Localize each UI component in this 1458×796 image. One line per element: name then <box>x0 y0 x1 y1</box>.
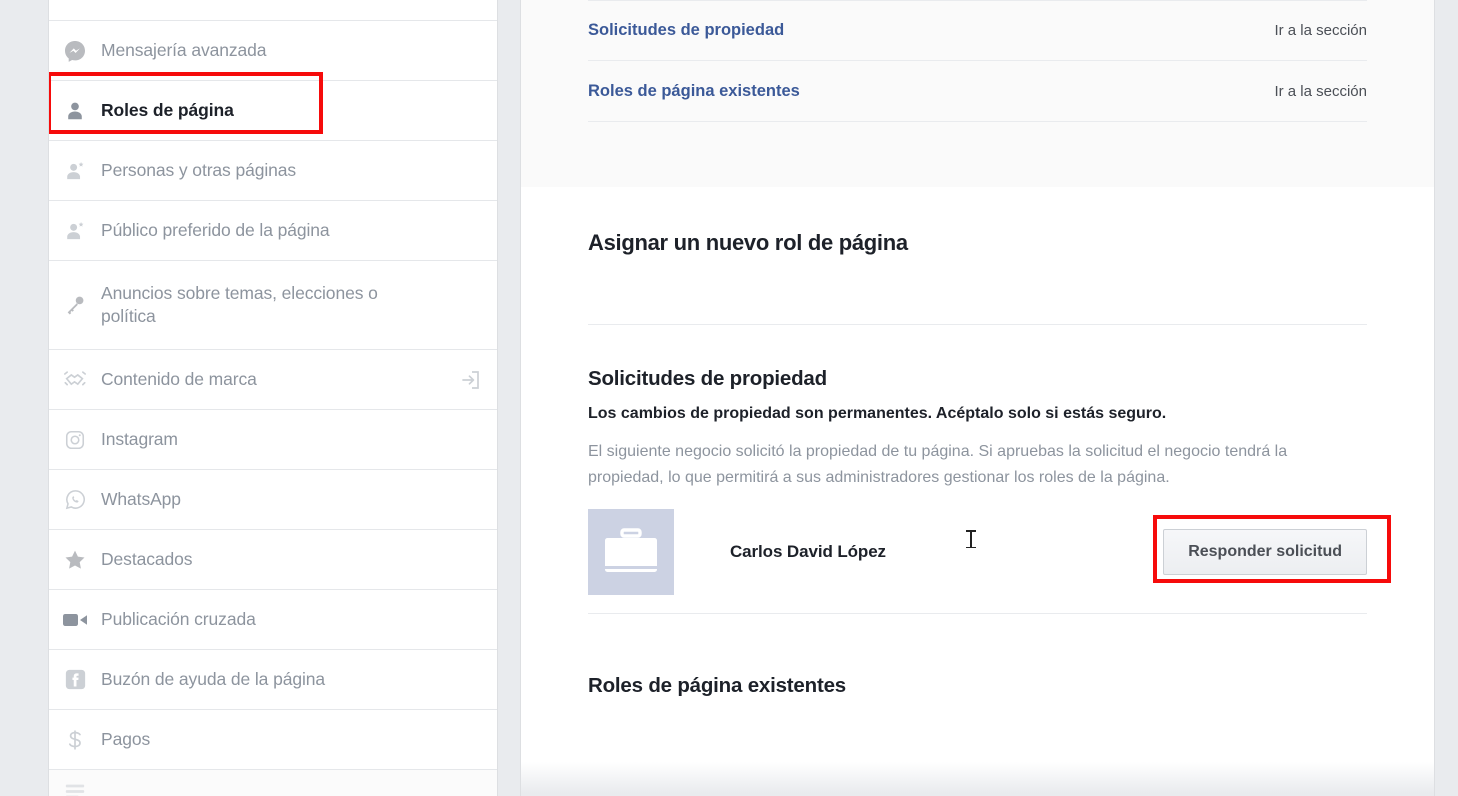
handshake-icon <box>49 369 101 391</box>
business-name: Carlos David López <box>730 542 886 562</box>
sidebar-item-label: Mensajería avanzada <box>101 39 267 60</box>
screen: Mensajería avanzada Roles de página Pers… <box>0 0 1458 796</box>
jump-link-action[interactable]: Ir a la sección <box>1274 22 1367 39</box>
ownership-description-text: El siguiente negocio solicitó la propied… <box>588 443 1288 487</box>
instagram-icon <box>49 429 101 451</box>
sidebar-item-label: Historial de administración de la página <box>101 792 410 796</box>
sidebar-item-instagram[interactable]: Instagram <box>49 410 497 470</box>
sidebar-item-pagos[interactable]: Pagos <box>49 710 497 770</box>
ownership-action-wrap: Responder solicitud <box>1153 515 1392 584</box>
settings-sidebar[interactable]: Mensajería avanzada Roles de página Pers… <box>48 0 498 796</box>
facebook-icon <box>49 669 101 690</box>
sidebar-item-historial-administracion[interactable]: Historial de administración de la página <box>49 770 497 796</box>
sidebar-item-label: Anuncios sobre temas, elecciones o polít… <box>101 282 378 326</box>
sidebar-item-label: Personas y otras páginas <box>101 159 297 180</box>
messenger-icon <box>49 39 101 63</box>
section-title-ownership: Solicitudes de propiedad <box>588 367 827 390</box>
list-icon <box>49 782 101 796</box>
sidebar-item-label: Contenido de marca <box>101 368 257 389</box>
dollar-icon <box>49 728 101 752</box>
sidebar-item-label: Instagram <box>101 428 178 449</box>
jump-link-title[interactable]: Roles de página existentes <box>588 82 800 101</box>
sidebar-item-label: Público preferido de la página <box>101 219 330 240</box>
section-ownership-requests: Solicitudes de propiedad Los cambios de … <box>521 325 1434 615</box>
section-title-existing-roles: Roles de página existentes <box>588 674 846 698</box>
sidebar-item-whatsapp[interactable]: WhatsApp <box>49 470 497 530</box>
person-icon <box>49 100 101 122</box>
ownership-warning-text: Los cambios de propiedad son permanentes… <box>588 405 1167 422</box>
sidebar-item-label: Roles de página <box>101 99 234 120</box>
video-camera-icon <box>49 611 101 629</box>
sidebar-item-publico-preferido[interactable]: Público preferido de la página <box>49 201 497 261</box>
star-icon <box>49 548 101 572</box>
briefcase-icon <box>588 509 674 596</box>
sidebar-item-roles-de-pagina[interactable]: Roles de página <box>49 81 497 141</box>
sidebar-item-label: Publicación cruzada <box>101 608 256 629</box>
sidebar-item-anuncios-politica[interactable]: Anuncios sobre temas, elecciones o polít… <box>49 261 497 350</box>
jump-link-title[interactable]: Solicitudes de propiedad <box>588 21 784 40</box>
sidebar-item-label: Pagos <box>101 728 151 749</box>
bottom-fade <box>521 762 1434 796</box>
sidebar-item-personas-y-otras-paginas[interactable]: Personas y otras páginas <box>49 141 497 201</box>
jump-row-solicitudes[interactable]: Solicitudes de propiedad Ir a la sección <box>588 0 1367 61</box>
sidebar-item-label: WhatsApp <box>101 488 181 509</box>
person-star-icon <box>49 220 101 242</box>
sidebar-item-contenido-de-marca[interactable]: Contenido de marca <box>49 350 497 410</box>
sidebar-item-label: Destacados <box>101 548 193 569</box>
section-assign-new-role: Asignar un nuevo rol de página <box>521 187 1434 325</box>
sidebar-item-publicacion-cruzada[interactable]: Publicación cruzada <box>49 590 497 650</box>
whatsapp-icon <box>49 488 101 511</box>
respond-request-button[interactable]: Responder solicitud <box>1163 529 1367 576</box>
section-jump-card: Solicitudes de propiedad Ir a la sección… <box>521 0 1434 187</box>
sidebar-item-partial-top[interactable] <box>49 0 497 21</box>
person-star-icon <box>49 160 101 182</box>
key-icon <box>49 294 101 316</box>
jump-link-action[interactable]: Ir a la sección <box>1274 83 1367 100</box>
open-external-icon[interactable] <box>459 368 483 392</box>
sidebar-item-destacados[interactable]: Destacados <box>49 530 497 590</box>
section-existing-roles: Roles de página existentes <box>521 614 1434 699</box>
sidebar-item-mensajeria-avanzada[interactable]: Mensajería avanzada <box>49 21 497 81</box>
page-title-assign-role: Asignar un nuevo rol de página <box>588 230 908 255</box>
jump-row-roles-existentes[interactable]: Roles de página existentes Ir a la secci… <box>588 61 1367 122</box>
sidebar-item-buzon-de-ayuda[interactable]: Buzón de ayuda de la página <box>49 650 497 710</box>
ownership-request-row: Carlos David López Responder solicitud <box>588 491 1392 613</box>
page-roles-content: Solicitudes de propiedad Ir a la sección… <box>520 0 1435 796</box>
sidebar-item-label: Buzón de ayuda de la página <box>101 668 326 689</box>
